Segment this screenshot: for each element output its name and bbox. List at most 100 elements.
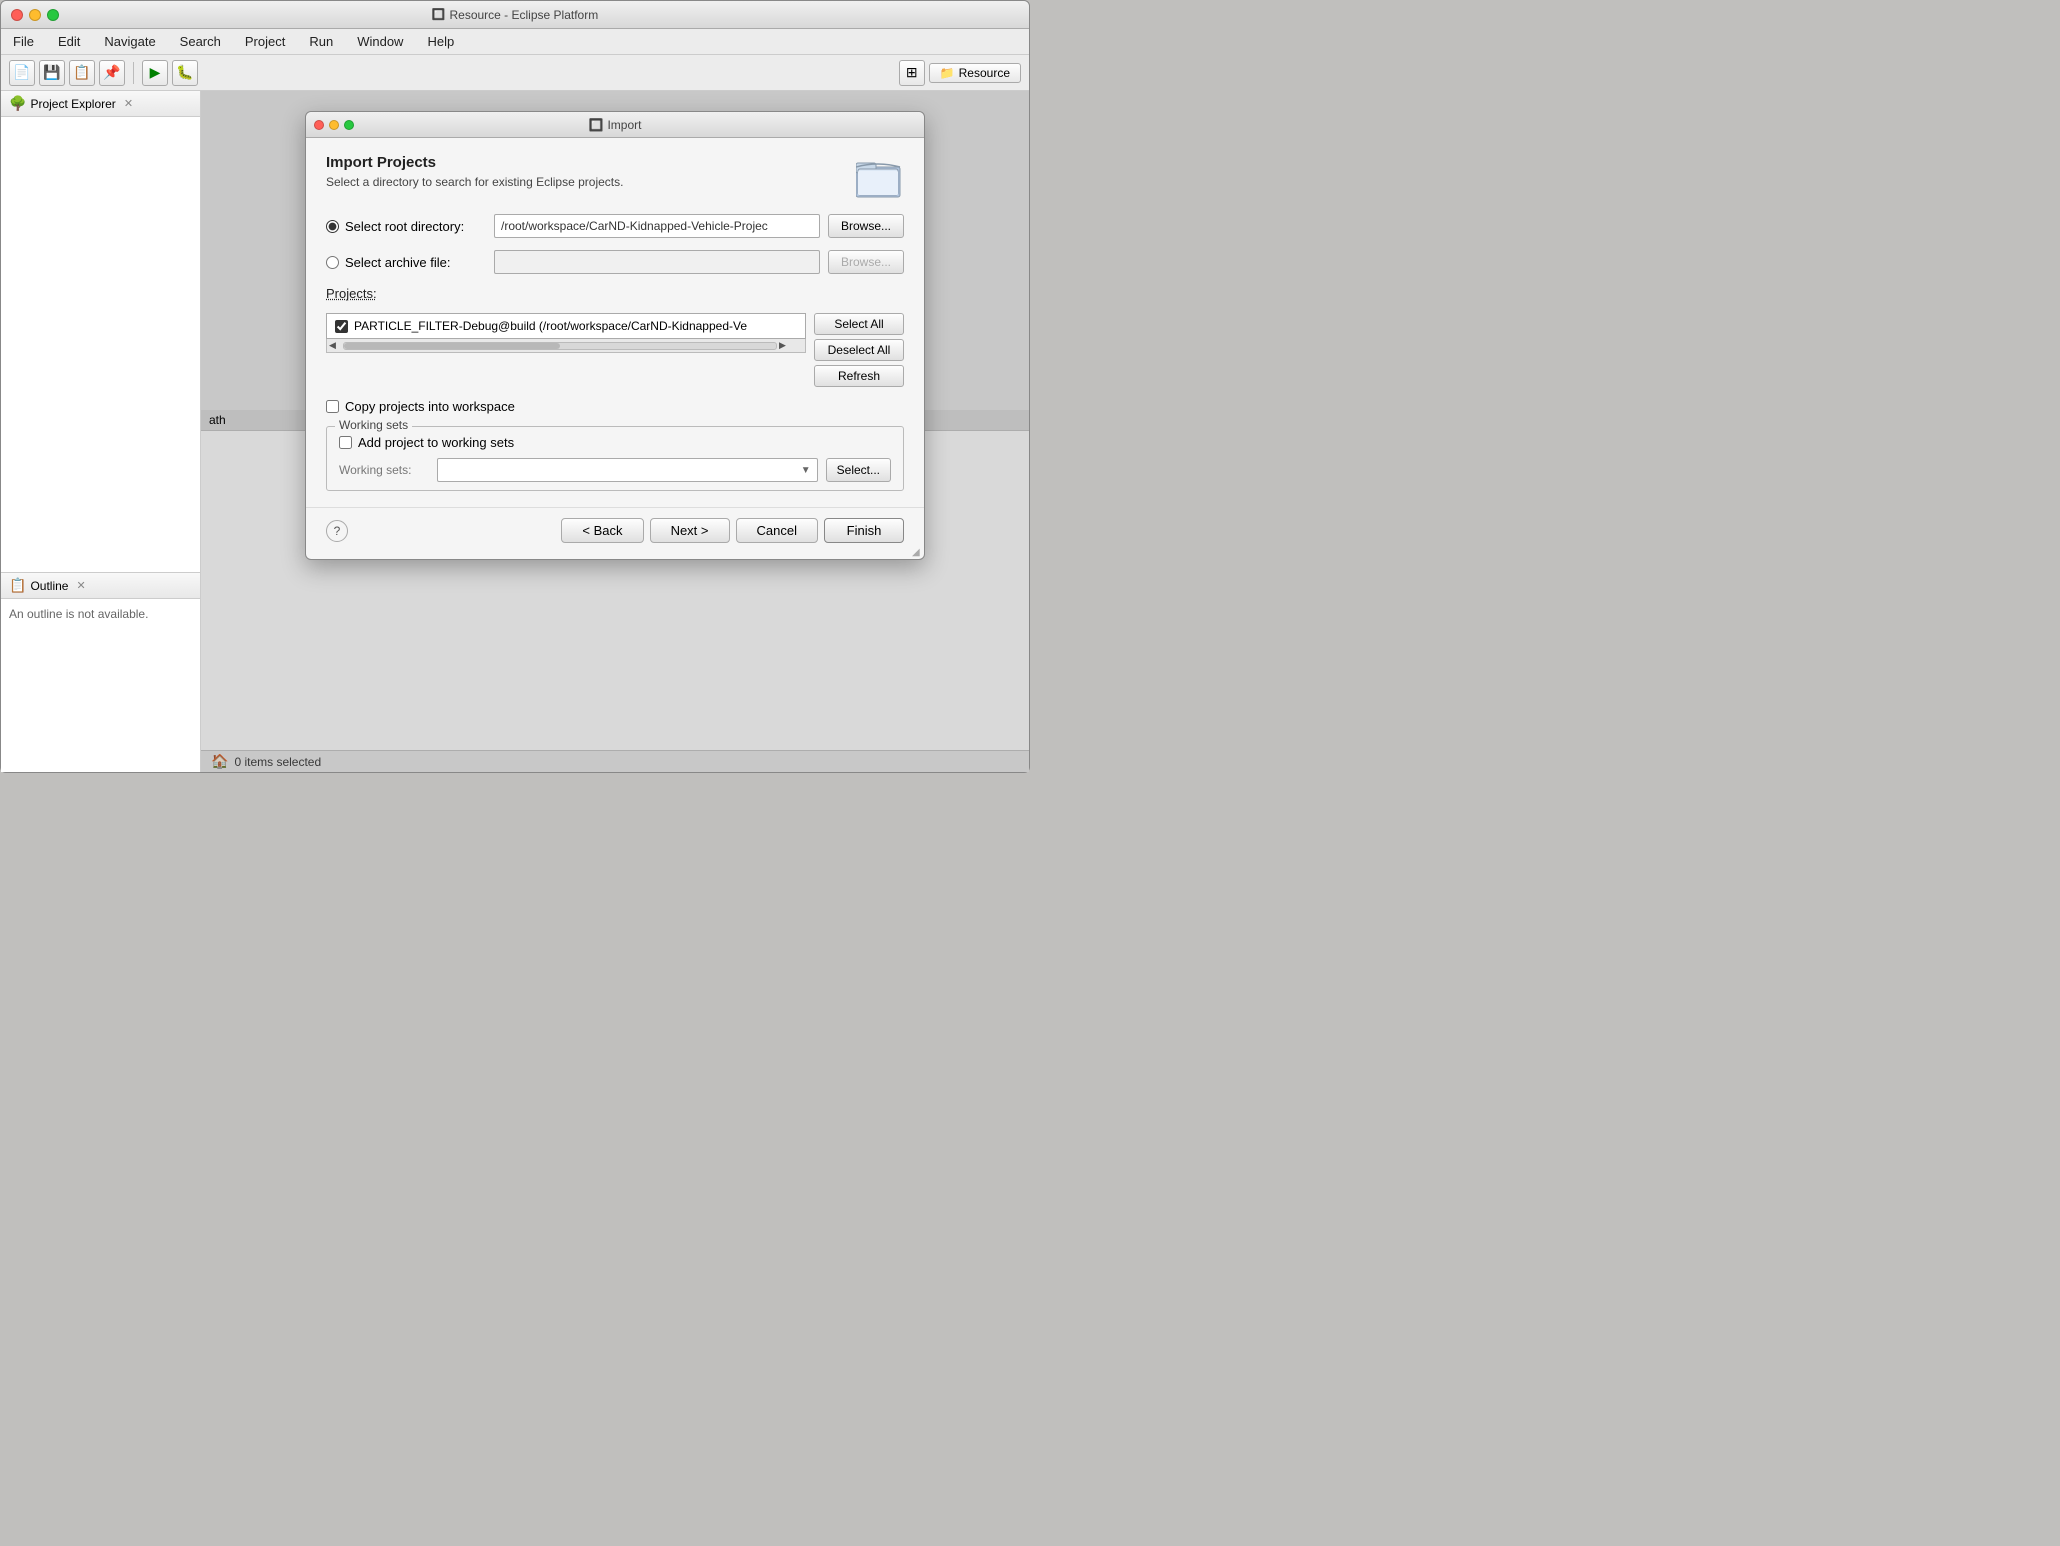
resize-handle[interactable]: ◢: [912, 547, 924, 559]
add-ws-checkbox[interactable]: [339, 436, 352, 449]
root-dir-row: Select root directory: Browse...: [326, 214, 904, 238]
outline-tab-label: Outline: [30, 579, 68, 593]
deselect-all-button[interactable]: Deselect All: [814, 339, 904, 361]
minimize-button[interactable]: [29, 9, 41, 21]
outline-close-icon[interactable]: ✕: [76, 579, 85, 592]
scrollbar-track[interactable]: [343, 342, 777, 350]
dialog-titlebar-inner: 🔲 Import: [314, 120, 916, 130]
add-ws-row: Add project to working sets: [339, 435, 891, 450]
dialog-titlebar: 🔲 Import: [306, 112, 924, 138]
save-button[interactable]: 💾: [39, 60, 65, 86]
scroll-right-button[interactable]: ▶: [779, 340, 791, 351]
copy-checkbox-label: Copy projects into workspace: [345, 399, 515, 414]
ws-dropdown[interactable]: ▼: [437, 458, 818, 482]
menu-window[interactable]: Window: [353, 32, 407, 51]
root-dir-label: Select root directory:: [345, 219, 464, 234]
working-sets-legend: Working sets: [335, 418, 412, 432]
project-checkbox[interactable]: [335, 320, 348, 333]
menu-navigate[interactable]: Navigate: [100, 32, 159, 51]
archive-row: Select archive file: Browse...: [326, 250, 904, 274]
scrollbar-thumb[interactable]: [344, 343, 560, 349]
dialog-body: Import Projects Select a directory to se…: [306, 138, 924, 507]
menu-project[interactable]: Project: [241, 32, 289, 51]
menu-search[interactable]: Search: [176, 32, 225, 51]
title-bar: 🔲 Resource - Eclipse Platform: [1, 1, 1029, 29]
menu-file[interactable]: File: [9, 32, 38, 51]
dialog-min-button[interactable]: [329, 120, 339, 130]
projects-list[interactable]: PARTICLE_FILTER-Debug@build (/root/works…: [326, 313, 806, 339]
new-button[interactable]: 📄: [9, 60, 35, 86]
dialog-close-button[interactable]: [314, 120, 324, 130]
project-item[interactable]: PARTICLE_FILTER-Debug@build (/root/works…: [329, 316, 803, 336]
dialog-footer: ? < Back Next > Cancel Finish: [306, 507, 924, 559]
dialog-title-icon: 🔲: [589, 118, 604, 132]
maximize-button[interactable]: [47, 9, 59, 21]
perspective-button[interactable]: ⊞: [899, 60, 925, 86]
folder-icon: [856, 157, 904, 199]
explorer-tab[interactable]: 🌳 Project Explorer ✕: [1, 91, 200, 117]
scroll-left-button[interactable]: ◀: [329, 340, 341, 351]
dialog-max-button[interactable]: [344, 120, 354, 130]
resource-icon: 📁: [940, 66, 955, 80]
paste-button[interactable]: 📌: [99, 60, 125, 86]
root-dir-browse-button[interactable]: Browse...: [828, 214, 904, 238]
dialog-traffic-lights: [314, 120, 354, 130]
root-dir-input[interactable]: [494, 214, 820, 238]
menu-run[interactable]: Run: [305, 32, 337, 51]
project-side-buttons: Select All Deselect All Refresh: [814, 313, 904, 387]
dialog-header-desc: Select a directory to search for existin…: [326, 175, 623, 189]
resource-button[interactable]: 📁 Resource: [929, 63, 1021, 83]
help-button[interactable]: ?: [326, 520, 348, 542]
close-button[interactable]: [11, 9, 23, 21]
cancel-button[interactable]: Cancel: [736, 518, 818, 543]
working-sets-group: Working sets Add project to working sets…: [326, 426, 904, 491]
run-button[interactable]: ▶: [142, 60, 168, 86]
archive-radio-label[interactable]: Select archive file:: [326, 255, 486, 270]
window-icon: 🔲: [432, 8, 446, 21]
outline-panel: 📋 Outline ✕ An outline is not available.: [1, 572, 200, 772]
debug-button[interactable]: 🐛: [172, 60, 198, 86]
projects-area: PARTICLE_FILTER-Debug@build (/root/works…: [326, 313, 904, 387]
explorer-tab-label: Project Explorer: [30, 97, 115, 111]
next-button[interactable]: Next >: [650, 518, 730, 543]
dialog-overlay: 🔲 Import Import Projects Select a direct…: [201, 91, 1029, 772]
dialog-title: 🔲 Import: [589, 118, 642, 132]
explorer-close-icon[interactable]: ✕: [124, 97, 133, 110]
projects-list-inner: PARTICLE_FILTER-Debug@build (/root/works…: [327, 314, 805, 338]
root-dir-radio[interactable]: [326, 220, 339, 233]
window-title: 🔲 Resource - Eclipse Platform: [432, 8, 598, 22]
copy-button[interactable]: 📋: [69, 60, 95, 86]
right-area: ath Location: [201, 91, 1029, 772]
menu-help[interactable]: Help: [423, 32, 458, 51]
resource-label: Resource: [959, 66, 1010, 80]
copy-checkbox-row: Copy projects into workspace: [326, 399, 904, 414]
content-area: 🌳 Project Explorer ✕ 📋 Outline ✕ An outl…: [1, 91, 1029, 772]
project-item-label: PARTICLE_FILTER-Debug@build (/root/works…: [354, 319, 747, 333]
dialog-header-icon: [856, 154, 904, 202]
ws-select-row: Working sets: ▼ Select...: [339, 458, 891, 482]
archive-input[interactable]: [494, 250, 820, 274]
outline-tab[interactable]: 📋 Outline ✕: [1, 573, 200, 599]
copy-checkbox[interactable]: [326, 400, 339, 413]
outline-icon: 📋: [9, 577, 26, 594]
root-dir-radio-label[interactable]: Select root directory:: [326, 219, 486, 234]
traffic-lights: [11, 9, 59, 21]
dialog-header: Import Projects Select a directory to se…: [326, 154, 904, 202]
back-button[interactable]: < Back: [561, 518, 643, 543]
ws-select-button[interactable]: Select...: [826, 458, 891, 482]
menu-edit[interactable]: Edit: [54, 32, 84, 51]
outline-content: An outline is not available.: [1, 599, 200, 772]
left-panel: 🌳 Project Explorer ✕ 📋 Outline ✕ An outl…: [1, 91, 201, 772]
toolbar: 📄 💾 📋 📌 ▶ 🐛 ⊞ 📁 Resource: [1, 55, 1029, 91]
explorer-icon: 🌳: [9, 95, 26, 112]
select-all-button[interactable]: Select All: [814, 313, 904, 335]
finish-button[interactable]: Finish: [824, 518, 904, 543]
toolbar-right: ⊞ 📁 Resource: [899, 60, 1021, 86]
main-window: 🔲 Resource - Eclipse Platform File Edit …: [0, 0, 1030, 773]
projects-scrollbar[interactable]: ◀ ▶: [326, 339, 806, 353]
ws-label: Working sets:: [339, 463, 429, 477]
refresh-button[interactable]: Refresh: [814, 365, 904, 387]
toolbar-separator: [133, 62, 134, 84]
archive-radio[interactable]: [326, 256, 339, 269]
archive-browse-button[interactable]: Browse...: [828, 250, 904, 274]
